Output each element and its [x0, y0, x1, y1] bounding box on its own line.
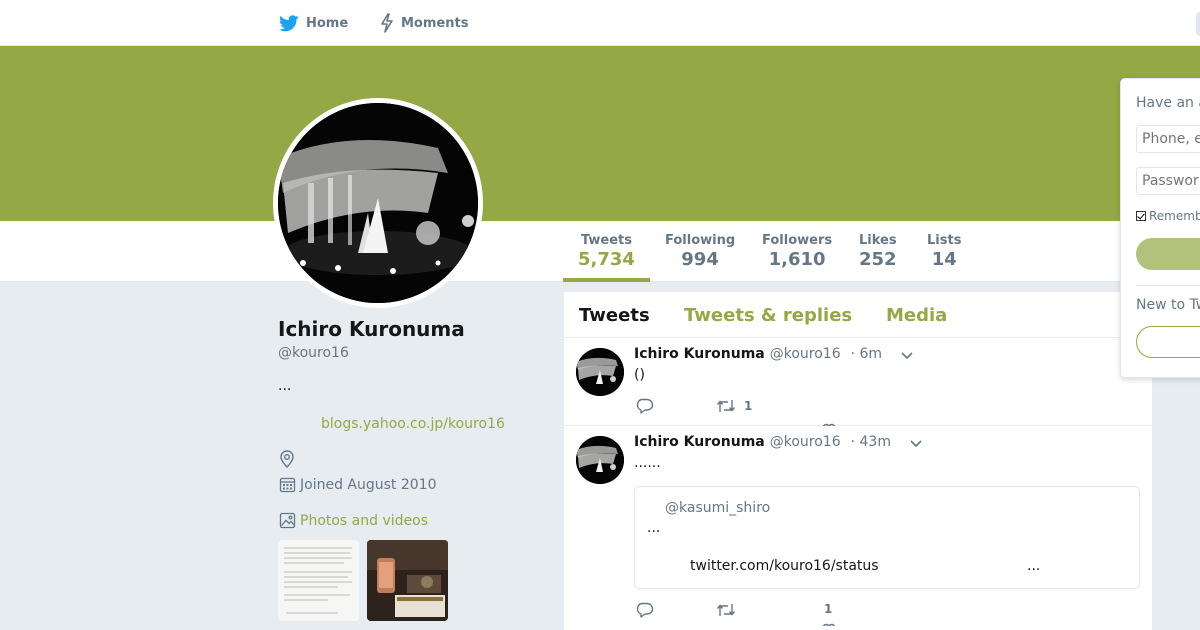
tab-tweets-and-replies[interactable]: Tweets & replies	[684, 305, 852, 326]
profile-banner	[0, 46, 1200, 221]
nav-moments-label: Moments	[401, 15, 469, 31]
signup-button[interactable]	[1136, 326, 1200, 358]
profile-avatar[interactable]	[273, 98, 483, 308]
remember-checkbox[interactable]	[1136, 211, 1146, 221]
tweet-avatar[interactable]	[576, 436, 624, 484]
image-icon	[279, 512, 296, 529]
reply-button[interactable]	[636, 398, 662, 414]
stat-likes-value: 252	[859, 249, 897, 270]
quoted-tweet-text: ...	[647, 520, 661, 536]
remember-label: Rememb	[1149, 209, 1200, 223]
stat-following-label: Following	[665, 233, 736, 248]
tweet-author-handle[interactable]: @kouro16	[770, 346, 841, 362]
tab-tweets[interactable]: Tweets	[579, 305, 650, 326]
profile-handle[interactable]: @kouro16	[278, 345, 349, 361]
reply-button[interactable]	[636, 602, 662, 618]
reply-icon	[636, 398, 654, 414]
reply-icon	[636, 602, 654, 618]
media-thumbnail[interactable]	[367, 540, 448, 621]
like-count: 1	[824, 602, 833, 616]
stat-following-value: 994	[681, 249, 719, 270]
retweet-icon	[716, 604, 736, 616]
stat-tweets-value: 5,734	[578, 249, 635, 270]
tweet-text: ()	[634, 367, 645, 383]
stat-lists-value: 14	[931, 249, 957, 270]
profile-name[interactable]: Ichiro Kuronuma	[278, 317, 465, 341]
tab-media[interactable]: Media	[886, 305, 947, 326]
login-title: Have an a	[1136, 95, 1200, 111]
profile-bio: ...	[278, 378, 292, 394]
tweet-header: Ichiro Kuronuma @kouro16 · 6m	[634, 346, 914, 362]
quoted-tweet-link[interactable]: twitter.com/kouro16/status	[690, 558, 879, 574]
profile-url[interactable]: blogs.yahoo.co.jp/kouro16	[321, 416, 505, 432]
stat-tweets[interactable]: Tweets 5,734	[578, 233, 635, 271]
location-icon	[279, 450, 295, 472]
lightning-icon	[381, 13, 393, 33]
tweet-header: Ichiro Kuronuma @kouro16 · 43m	[634, 434, 923, 450]
nav-home-label: Home	[306, 15, 349, 31]
phone-email-input[interactable]	[1136, 125, 1200, 153]
timeline: Tweets Tweets & replies Media Ichiro Kur…	[564, 292, 1152, 630]
stat-lists[interactable]: Lists 14	[927, 233, 961, 271]
photos-label: Photos and videos	[300, 512, 429, 529]
login-button[interactable]	[1136, 238, 1200, 270]
remember-me[interactable]: Rememb	[1136, 209, 1200, 223]
tweet-text: ......	[634, 455, 661, 471]
timeline-tabs: Tweets Tweets & replies Media	[564, 292, 1152, 338]
retweet-button[interactable]	[716, 602, 744, 618]
divider	[1136, 285, 1200, 286]
stat-tweets-label: Tweets	[580, 233, 632, 248]
chevron-down-icon[interactable]	[900, 351, 914, 360]
stat-followers-label: Followers	[762, 233, 833, 248]
stat-lists-label: Lists	[927, 233, 962, 248]
login-dropdown: Have an a Rememb New to Tw	[1120, 78, 1200, 378]
stat-likes[interactable]: Likes 252	[859, 233, 897, 271]
tweet-author-handle[interactable]: @kouro16	[770, 434, 841, 450]
quoted-tweet[interactable]: @kasumi_shiro ... twitter.com/kouro16/st…	[634, 486, 1140, 589]
tweet[interactable]: Ichiro Kuronuma @kouro16 · 43m ...... @k…	[564, 426, 1152, 630]
retweet-icon	[716, 400, 736, 412]
media-thumbnail[interactable]	[278, 540, 359, 621]
nav-home[interactable]: Home	[279, 13, 348, 33]
nav-moments[interactable]: Moments	[380, 13, 468, 33]
chevron-down-icon[interactable]	[909, 439, 923, 448]
search-field-edge[interactable]	[1196, 12, 1200, 36]
password-input[interactable]	[1136, 167, 1200, 195]
tweet-avatar[interactable]	[576, 348, 624, 396]
retweet-button[interactable]: 1	[716, 398, 752, 414]
active-stat-indicator	[563, 278, 650, 282]
tweet[interactable]: Ichiro Kuronuma @kouro16 · 6m () 1	[564, 338, 1152, 426]
profile-joined: Joined August 2010	[279, 476, 436, 493]
heart-icon[interactable]	[822, 622, 836, 626]
stat-followers[interactable]: Followers 1,610	[762, 233, 832, 271]
tweet-author-name[interactable]: Ichiro Kuronuma	[634, 434, 765, 450]
tweet-timestamp[interactable]: · 6m	[851, 346, 882, 362]
stat-following[interactable]: Following 994	[665, 233, 735, 271]
top-nav: Home Moments	[0, 0, 1200, 46]
tweet-author-name[interactable]: Ichiro Kuronuma	[634, 346, 765, 362]
tweet-timestamp[interactable]: · 43m	[851, 434, 891, 450]
fountain-photo	[278, 103, 478, 303]
quoted-tweet-handle: @kasumi_shiro	[665, 500, 771, 516]
quoted-tweet-ellipsis: ...	[1027, 558, 1041, 574]
photos-and-videos-link[interactable]: Photos and videos	[279, 512, 428, 529]
stat-likes-label: Likes	[859, 233, 897, 248]
bird-icon	[279, 14, 299, 31]
new-to-twitter-label: New to Tw	[1136, 297, 1200, 313]
calendar-icon	[279, 477, 296, 493]
stat-followers-value: 1,610	[768, 249, 826, 270]
profile-joined-label: Joined August 2010	[300, 476, 437, 493]
retweet-count: 1	[744, 399, 753, 413]
